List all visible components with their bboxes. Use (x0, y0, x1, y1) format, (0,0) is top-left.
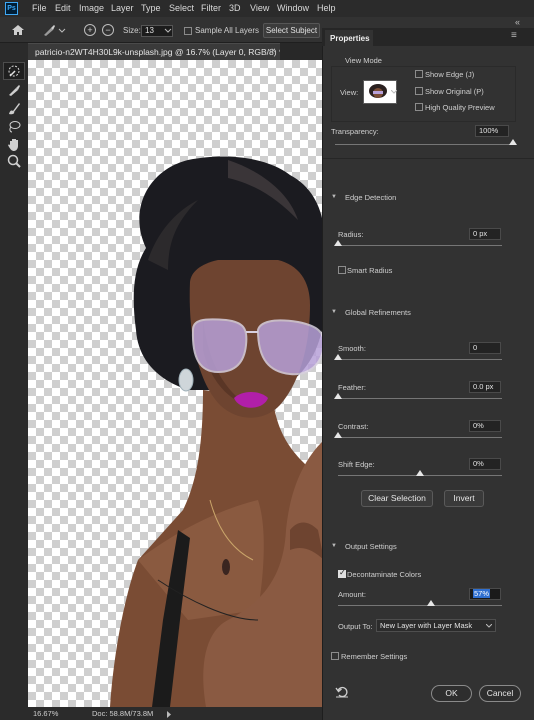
panel-menu-icon[interactable]: ≡ (511, 30, 517, 41)
menu-file[interactable]: File (32, 3, 47, 13)
amount-label: Amount: (338, 590, 366, 599)
contrast-input[interactable]: 0% (469, 420, 501, 432)
shift-edge-slider-thumb[interactable] (416, 470, 424, 476)
menu-help[interactable]: Help (317, 3, 336, 13)
output-to-label: Output To: (338, 622, 373, 631)
amount-value: 57% (473, 589, 491, 598)
zoom-tool-icon[interactable] (6, 153, 22, 169)
size-label: Size: (123, 26, 141, 35)
photoshop-logo: Ps (5, 2, 18, 15)
close-tab-icon[interactable]: × (271, 46, 276, 55)
contrast-label: Contrast: (338, 422, 369, 431)
smooth-slider-thumb[interactable] (334, 354, 342, 360)
amount-slider-track[interactable] (338, 605, 502, 606)
invert-button[interactable]: Invert (444, 490, 484, 507)
collapse-panel-icon[interactable]: « (515, 17, 520, 27)
refine-edge-brush-tool-icon[interactable] (6, 82, 22, 98)
menu-3d[interactable]: 3D (229, 3, 241, 13)
high-quality-preview-checkbox[interactable] (415, 103, 423, 111)
clear-selection-button[interactable]: Clear Selection (361, 490, 433, 507)
collapse-caret-icon[interactable]: ▼ (331, 194, 337, 200)
refine-edge-brush-preset-icon[interactable] (42, 23, 66, 37)
menu-select[interactable]: Select (169, 3, 194, 13)
cancel-button[interactable]: Cancel (479, 685, 521, 702)
feather-label: Feather: (338, 383, 366, 392)
menu-view[interactable]: View (250, 3, 269, 13)
properties-tab[interactable]: Properties (325, 30, 373, 46)
menu-image[interactable]: Image (79, 3, 104, 13)
output-to-select[interactable]: New Layer with Layer Mask (376, 619, 496, 632)
reset-icon[interactable] (335, 686, 349, 698)
contrast-slider-track[interactable] (338, 437, 502, 438)
decontaminate-colors-label: Decontaminate Colors (347, 570, 422, 579)
zoom-level[interactable]: 16.67% (33, 709, 58, 718)
ok-button[interactable]: OK (431, 685, 472, 702)
radius-slider-thumb[interactable] (334, 240, 342, 246)
chevron-down-icon[interactable] (164, 28, 172, 34)
smooth-slider-track[interactable] (338, 359, 502, 360)
high-quality-preview-label: High Quality Preview (425, 103, 495, 112)
menu-layer[interactable]: Layer (111, 3, 134, 13)
show-original-label: Show Original (P) (425, 87, 484, 96)
menu-edit[interactable]: Edit (55, 3, 71, 13)
decontaminate-colors-checkbox[interactable] (338, 568, 346, 578)
transparency-label: Transparency: (331, 127, 379, 136)
feather-slider-thumb[interactable] (334, 393, 342, 399)
smooth-label: Smooth: (338, 344, 366, 353)
show-original-checkbox[interactable] (415, 87, 423, 95)
brush-tool-icon[interactable] (6, 100, 22, 116)
show-edge-label: Show Edge (J) (425, 70, 475, 79)
amount-input[interactable]: 57% (469, 588, 501, 600)
home-icon[interactable] (11, 24, 25, 36)
lasso-tool-icon[interactable] (6, 119, 22, 135)
smooth-input[interactable]: 0 (469, 342, 501, 354)
sample-all-layers-label: Sample All Layers (195, 26, 260, 35)
hand-tool-icon[interactable] (6, 136, 22, 152)
contrast-slider-thumb[interactable] (334, 432, 342, 438)
chevron-down-icon[interactable] (486, 624, 492, 628)
output-to-value: New Layer with Layer Mask (380, 621, 473, 630)
edge-detection-heading[interactable]: Edge Detection (345, 193, 396, 202)
menu-filter[interactable]: Filter (201, 3, 221, 13)
document-canvas[interactable] (28, 60, 324, 707)
remember-settings-checkbox[interactable] (331, 652, 339, 660)
view-mode-group (331, 66, 516, 122)
shift-edge-label: Shift Edge: (338, 460, 375, 469)
document-tab[interactable]: patricio-n2WT4H30L9k-unsplash.jpg @ 16.7… (28, 43, 280, 60)
menu-type[interactable]: Type (141, 3, 161, 13)
transparency-slider-track[interactable] (335, 144, 513, 145)
smart-radius-checkbox[interactable] (338, 266, 346, 274)
smart-radius-label: Smart Radius (347, 266, 393, 275)
doc-info[interactable]: Doc: 58.8M/73.8M (92, 709, 153, 718)
select-subject-button[interactable]: Select Subject (263, 23, 320, 38)
view-mode-heading: View Mode (345, 56, 382, 65)
remember-settings-label: Remember Settings (341, 652, 408, 661)
feather-input[interactable]: 0.0 px (469, 381, 501, 393)
show-edge-checkbox[interactable] (415, 70, 423, 78)
output-settings-heading[interactable]: Output Settings (345, 542, 397, 551)
view-label: View: (340, 88, 359, 97)
amount-slider-thumb[interactable] (427, 600, 436, 606)
transparency-input[interactable]: 100% (475, 125, 509, 137)
subtract-from-selection-icon[interactable]: − (102, 24, 114, 36)
chevron-right-icon[interactable] (166, 711, 172, 718)
global-refinements-heading[interactable]: Global Refinements (345, 308, 411, 317)
shift-edge-input[interactable]: 0% (469, 458, 501, 470)
divider (323, 158, 534, 159)
status-bar (28, 707, 324, 720)
chevron-down-icon[interactable] (391, 90, 397, 94)
collapse-caret-icon[interactable]: ▼ (331, 309, 337, 315)
radius-input[interactable]: 0 px (469, 228, 501, 240)
collapse-caret-icon[interactable]: ▼ (331, 543, 337, 549)
cutout-portrait-image (110, 156, 324, 707)
transparency-slider-thumb[interactable] (509, 139, 517, 145)
quick-selection-tool-icon[interactable] (6, 63, 22, 79)
feather-slider-track[interactable] (338, 398, 502, 399)
menu-window[interactable]: Window (277, 3, 309, 13)
sample-all-layers-checkbox[interactable] (184, 27, 192, 35)
radius-label: Radius: (338, 230, 364, 239)
add-to-selection-icon[interactable]: + (84, 24, 96, 36)
radius-slider-track[interactable] (338, 245, 502, 246)
